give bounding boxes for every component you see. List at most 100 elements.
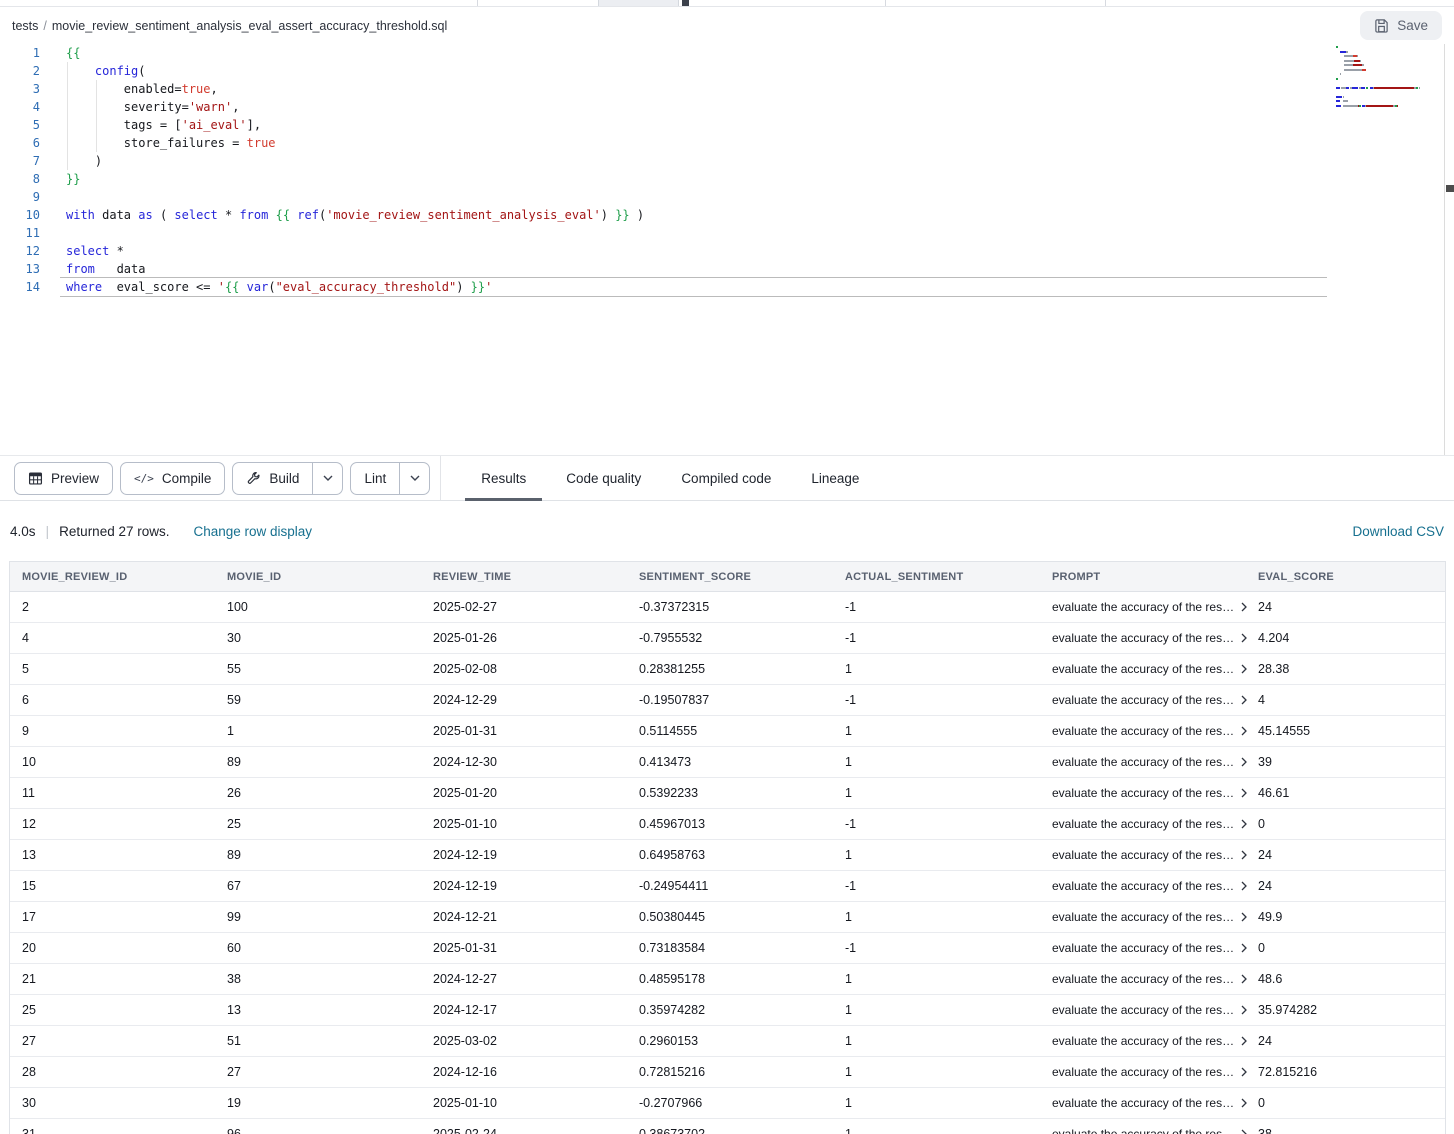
column-header: PROMPT bbox=[1052, 571, 1258, 583]
expand-prompt-icon[interactable] bbox=[1241, 912, 1247, 922]
table-cell: 2 bbox=[22, 600, 227, 614]
expand-prompt-icon[interactable] bbox=[1241, 633, 1247, 643]
code-text: severity='warn', bbox=[40, 98, 239, 116]
line-number: 14 bbox=[0, 278, 40, 296]
code-text: tags = ['ai_eval'], bbox=[40, 116, 261, 134]
eval-score-cell: 0 bbox=[1258, 1096, 1445, 1110]
window-tab-strip bbox=[0, 0, 1454, 7]
expand-prompt-icon[interactable] bbox=[1241, 788, 1247, 798]
eval-score-cell: 72.815216 bbox=[1258, 1065, 1445, 1079]
tab-lineage[interactable]: Lineage bbox=[809, 456, 861, 500]
code-line[interactable]: 9 bbox=[0, 188, 1454, 206]
expand-prompt-icon[interactable] bbox=[1241, 1005, 1247, 1015]
tab-results[interactable]: Results bbox=[479, 456, 528, 500]
table-cell: 1 bbox=[845, 1127, 1052, 1134]
code-text: store_failures = true bbox=[40, 134, 276, 152]
table-row: 912025-01-310.51145551evaluate the accur… bbox=[10, 716, 1445, 747]
expand-prompt-icon[interactable] bbox=[1241, 943, 1247, 953]
table-cell: 1 bbox=[227, 724, 433, 738]
table-cell: -1 bbox=[845, 693, 1052, 707]
expand-prompt-icon[interactable] bbox=[1241, 881, 1247, 891]
column-header: MOVIE_REVIEW_ID bbox=[22, 571, 227, 583]
expand-prompt-icon[interactable] bbox=[1241, 974, 1247, 984]
table-cell: 20 bbox=[22, 941, 227, 955]
table-cell: -1 bbox=[845, 600, 1052, 614]
build-dropdown-button[interactable] bbox=[312, 463, 342, 494]
tab-favicon bbox=[682, 0, 689, 6]
table-cell: 2024-12-27 bbox=[433, 972, 639, 986]
table-cell: 2024-12-16 bbox=[433, 1065, 639, 1079]
code-line[interactable]: 5 tags = ['ai_eval'], bbox=[0, 116, 1454, 134]
prompt-cell: evaluate the accuracy of the res… bbox=[1052, 941, 1258, 955]
expand-prompt-icon[interactable] bbox=[1241, 850, 1247, 860]
code-editor[interactable]: 1{{2 config(3 enabled=true,4 severity='w… bbox=[0, 44, 1454, 455]
table-cell: 2024-12-21 bbox=[433, 910, 639, 924]
preview-button[interactable]: Preview bbox=[14, 462, 113, 495]
table-header-row: MOVIE_REVIEW_IDMOVIE_IDREVIEW_TIMESENTIM… bbox=[10, 562, 1445, 592]
code-line[interactable]: 3 enabled=true, bbox=[0, 80, 1454, 98]
table-cell: 1 bbox=[845, 755, 1052, 769]
line-number: 7 bbox=[0, 152, 40, 170]
code-line[interactable]: 2 config( bbox=[0, 62, 1454, 80]
table-row: 13892024-12-190.649587631evaluate the ac… bbox=[10, 840, 1445, 871]
expand-prompt-icon[interactable] bbox=[1241, 602, 1247, 612]
save-icon bbox=[1374, 18, 1389, 33]
table-cell: 2025-03-02 bbox=[433, 1034, 639, 1048]
table-cell: 0.35974282 bbox=[639, 1003, 845, 1017]
wrench-icon bbox=[246, 471, 261, 486]
table-cell: 21 bbox=[22, 972, 227, 986]
eval-score-cell: 46.61 bbox=[1258, 786, 1445, 800]
code-line[interactable]: 14where eval_score <= '{{ var("eval_accu… bbox=[0, 278, 1454, 296]
code-line[interactable]: 4 severity='warn', bbox=[0, 98, 1454, 116]
column-header: MOVIE_ID bbox=[227, 571, 433, 583]
table-cell: 28 bbox=[22, 1065, 227, 1079]
chevron-down-icon bbox=[323, 475, 333, 481]
table-cell: 2025-02-24 bbox=[433, 1127, 639, 1134]
compile-button[interactable]: </> Compile bbox=[120, 462, 225, 495]
line-number: 5 bbox=[0, 116, 40, 134]
line-number: 10 bbox=[0, 206, 40, 224]
expand-prompt-icon[interactable] bbox=[1241, 695, 1247, 705]
change-row-display-link[interactable]: Change row display bbox=[193, 524, 312, 539]
lint-button[interactable]: Lint bbox=[350, 462, 430, 495]
tab-compiled-code[interactable]: Compiled code bbox=[679, 456, 773, 500]
expand-prompt-icon[interactable] bbox=[1241, 1036, 1247, 1046]
prompt-cell: evaluate the accuracy of the res… bbox=[1052, 662, 1258, 676]
editor-scrollbar-handle[interactable] bbox=[1446, 185, 1454, 192]
prompt-cell: evaluate the accuracy of the res… bbox=[1052, 972, 1258, 986]
expand-prompt-icon[interactable] bbox=[1241, 1067, 1247, 1077]
code-line[interactable]: 12select * bbox=[0, 242, 1454, 260]
code-line[interactable]: 11 bbox=[0, 224, 1454, 242]
code-line[interactable]: 7 ) bbox=[0, 152, 1454, 170]
code-line[interactable]: 10with data as ( select * from {{ ref('m… bbox=[0, 206, 1454, 224]
expand-prompt-icon[interactable] bbox=[1241, 664, 1247, 674]
eval-score-cell: 49.9 bbox=[1258, 910, 1445, 924]
code-line[interactable]: 8}} bbox=[0, 170, 1454, 188]
expand-prompt-icon[interactable] bbox=[1241, 726, 1247, 736]
download-csv-link[interactable]: Download CSV bbox=[1352, 524, 1444, 539]
build-label: Build bbox=[269, 471, 299, 486]
table-cell: 13 bbox=[227, 1003, 433, 1017]
minimap[interactable] bbox=[1336, 46, 1432, 109]
expand-prompt-icon[interactable] bbox=[1241, 757, 1247, 767]
build-button[interactable]: Build bbox=[232, 462, 343, 495]
expand-prompt-icon[interactable] bbox=[1241, 1129, 1247, 1134]
prompt-cell: evaluate the accuracy of the res… bbox=[1052, 693, 1258, 707]
table-cell: -0.37372315 bbox=[639, 600, 845, 614]
code-line[interactable]: 13from data bbox=[0, 260, 1454, 278]
prompt-cell: evaluate the accuracy of the res… bbox=[1052, 600, 1258, 614]
table-row: 21002025-02-27-0.37372315-1evaluate the … bbox=[10, 592, 1445, 623]
table-icon bbox=[28, 471, 43, 486]
lint-dropdown-button[interactable] bbox=[399, 463, 429, 494]
table-cell: 6 bbox=[22, 693, 227, 707]
expand-prompt-icon[interactable] bbox=[1241, 819, 1247, 829]
code-line[interactable]: 6 store_failures = true bbox=[0, 134, 1454, 152]
prompt-cell: evaluate the accuracy of the res… bbox=[1052, 817, 1258, 831]
code-line[interactable]: 1{{ bbox=[0, 44, 1454, 62]
prompt-cell: evaluate the accuracy of the res… bbox=[1052, 631, 1258, 645]
expand-prompt-icon[interactable] bbox=[1241, 1098, 1247, 1108]
prompt-preview-text: evaluate the accuracy of the res… bbox=[1052, 631, 1234, 645]
save-button[interactable]: Save bbox=[1360, 11, 1442, 40]
tab-edge bbox=[598, 0, 679, 6]
tab-code-quality[interactable]: Code quality bbox=[564, 456, 643, 500]
